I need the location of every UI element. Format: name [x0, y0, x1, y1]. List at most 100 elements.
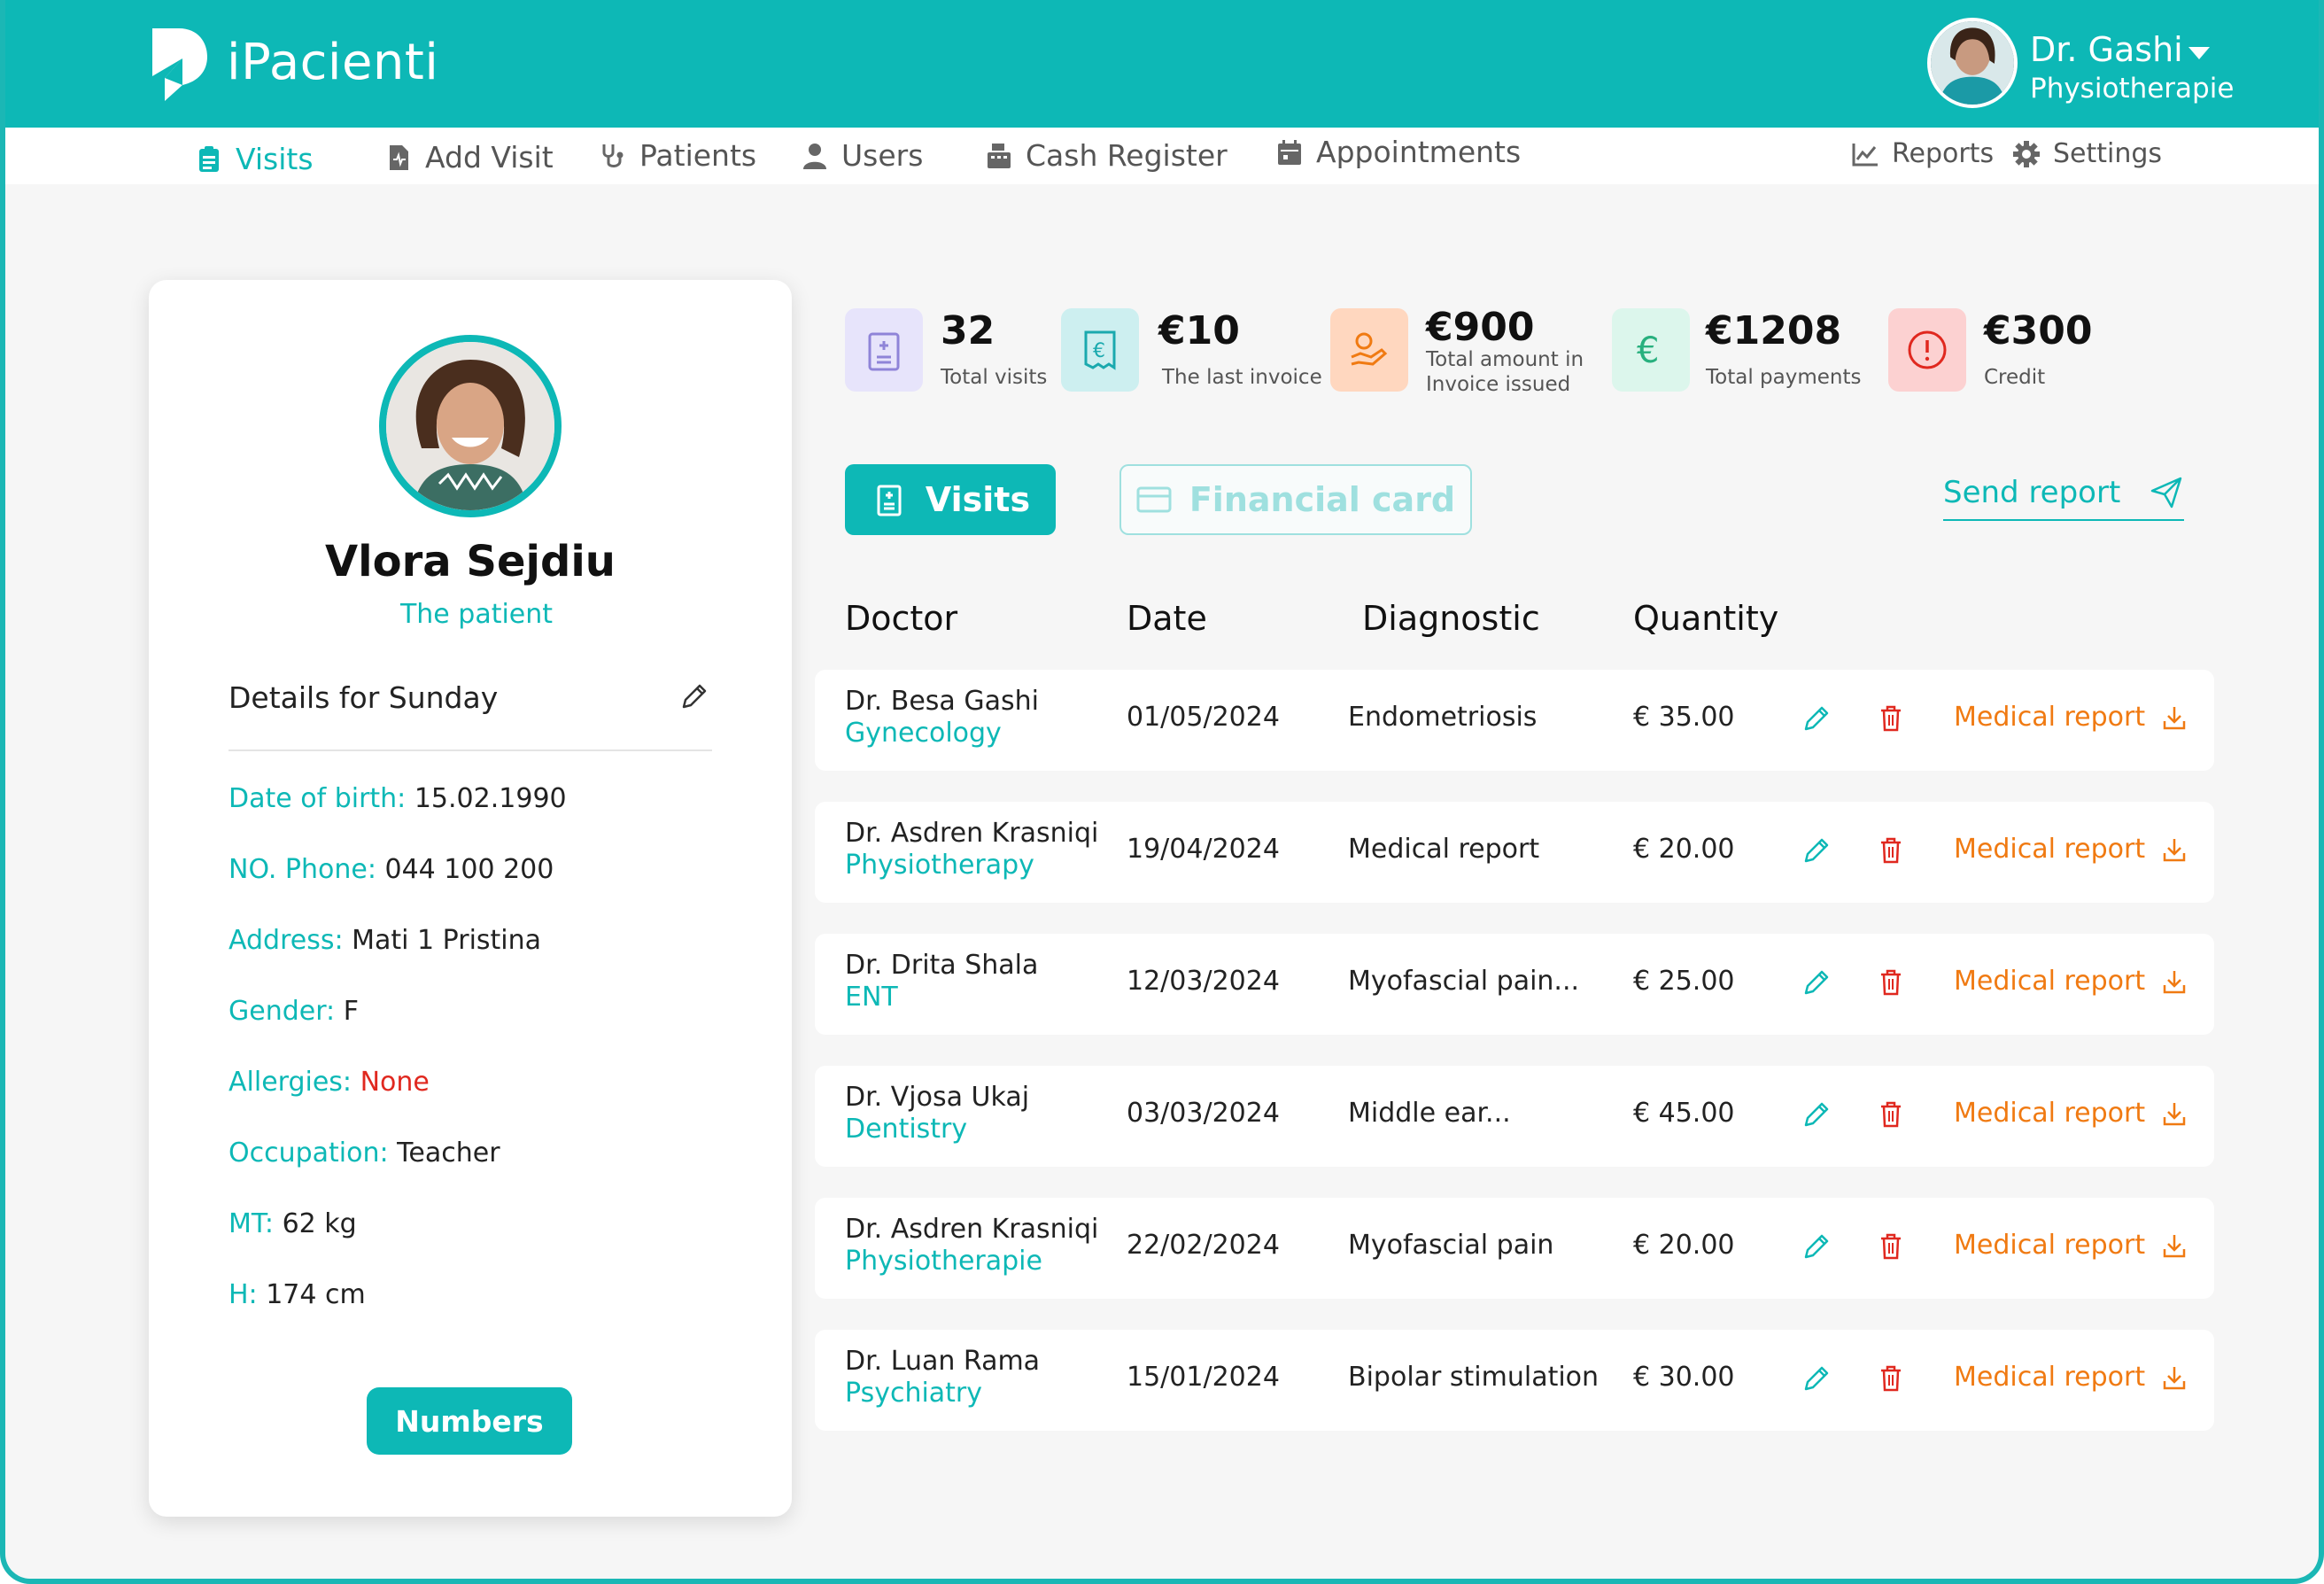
- main-nav: Visits Add Visit Patients Users Cash Reg…: [5, 128, 2319, 184]
- edit-icon[interactable]: [1801, 835, 1832, 866]
- send-icon: [2150, 477, 2182, 509]
- medical-report-link[interactable]: Medical report: [1954, 834, 2188, 865]
- users-icon: [803, 143, 826, 169]
- nav-visits[interactable]: Visits: [195, 142, 314, 176]
- medical-report-label: Medical report: [1954, 1230, 2146, 1261]
- detail-gender: Gender: F: [229, 996, 359, 1027]
- nav-patients[interactable]: Patients: [599, 138, 756, 173]
- details-title: Details for Sunday: [229, 680, 499, 715]
- detail-phone-label: NO. Phone:: [229, 854, 376, 885]
- table-row[interactable]: Dr. Luan Rama Psychiatry 15/01/2024 Bipo…: [815, 1330, 2214, 1431]
- clipboard-icon: [199, 145, 219, 172]
- row-diagnostic: Myofascial pain...: [1348, 966, 1580, 997]
- tab-financial-card-label: Financial card: [1189, 480, 1456, 519]
- cash-register-icon: [988, 143, 1011, 168]
- row-diagnostic: Myofascial pain: [1348, 1230, 1554, 1261]
- send-report-link[interactable]: Send report: [1943, 475, 2184, 521]
- download-icon: [2163, 1102, 2186, 1125]
- app-frame: iPacienti Dr. Gashi Physiotherapie Visit…: [0, 0, 2324, 1584]
- row-date: 12/03/2024: [1127, 966, 1280, 997]
- card-icon: [1136, 486, 1172, 513]
- nav-users-label: Users: [841, 138, 924, 173]
- stat-invoice-issued-value: €900: [1426, 305, 1535, 350]
- row-quantity: € 25.00: [1633, 966, 1735, 997]
- edit-icon[interactable]: [678, 680, 710, 712]
- medical-report-label: Medical report: [1954, 1362, 2146, 1393]
- nav-cash-register[interactable]: Cash Register: [985, 138, 1228, 173]
- stat-total-visits-value: 32: [941, 308, 995, 353]
- detail-allergies-value: None: [360, 1067, 430, 1098]
- nav-settings[interactable]: Settings: [2012, 138, 2162, 169]
- table-row[interactable]: Dr. Drita Shala ENT 12/03/2024 Myofascia…: [815, 934, 2214, 1035]
- medical-report-link[interactable]: Medical report: [1954, 1230, 2188, 1261]
- edit-icon[interactable]: [1801, 703, 1832, 734]
- row-date: 03/03/2024: [1127, 1098, 1280, 1129]
- calendar-icon: [1278, 139, 1301, 165]
- medical-report-label: Medical report: [1954, 1098, 2146, 1129]
- detail-occupation-label: Occupation:: [229, 1138, 389, 1169]
- logo-icon[interactable]: [147, 23, 211, 103]
- download-icon: [2163, 706, 2186, 729]
- download-icon: [2163, 970, 2186, 993]
- nav-reports-label: Reports: [1892, 138, 1995, 169]
- row-date: 01/05/2024: [1127, 702, 1280, 733]
- stat-total-payments-label: Total payments: [1706, 366, 1862, 389]
- header-diagnostic: Diagnostic: [1362, 599, 1540, 638]
- send-report-label: Send report: [1943, 475, 2121, 510]
- nav-reports[interactable]: Reports: [1851, 138, 1994, 169]
- euro-icon: €: [1612, 308, 1690, 392]
- trash-icon[interactable]: [1876, 1363, 1906, 1394]
- nav-users[interactable]: Users: [801, 138, 923, 173]
- tab-visits[interactable]: Visits: [845, 464, 1056, 535]
- table-row[interactable]: Dr. Asdren Krasniqi Physiotherapie 22/02…: [815, 1198, 2214, 1299]
- alert-icon: [1888, 308, 1966, 392]
- detail-mt: MT: 62 kg: [229, 1208, 357, 1239]
- user-name[interactable]: Dr. Gashi: [2030, 30, 2183, 69]
- detail-h-value: 174 cm: [266, 1279, 366, 1310]
- trash-icon[interactable]: [1876, 703, 1906, 734]
- medical-report-link[interactable]: Medical report: [1954, 1098, 2188, 1129]
- detail-mt-label: MT:: [229, 1208, 275, 1239]
- svg-text:€: €: [1093, 340, 1105, 362]
- edit-icon[interactable]: [1801, 1099, 1832, 1130]
- table-row[interactable]: Dr. Besa Gashi Gynecology 01/05/2024 End…: [815, 670, 2214, 771]
- row-quantity: € 20.00: [1633, 1230, 1735, 1261]
- edit-icon[interactable]: [1801, 1231, 1832, 1262]
- row-doctor: Dr. Luan Rama: [845, 1346, 1041, 1377]
- svg-text:€: €: [1637, 330, 1659, 371]
- table-row[interactable]: Dr. Vjosa Ukaj Dentistry 03/03/2024 Midd…: [815, 1066, 2214, 1167]
- detail-address-value: Mati 1 Pristina: [352, 925, 542, 956]
- details-divider: [229, 749, 712, 751]
- trash-icon[interactable]: [1876, 1099, 1906, 1130]
- table-row[interactable]: Dr. Asdren Krasniqi Physiotherapy 19/04/…: [815, 802, 2214, 903]
- app-brand[interactable]: iPacienti: [227, 34, 438, 91]
- caret-down-icon[interactable]: [2186, 44, 2212, 62]
- user-avatar[interactable]: [1927, 18, 2018, 108]
- hospital-icon: [845, 308, 923, 392]
- stat-credit-label: Credit: [1984, 366, 2046, 389]
- numbers-button[interactable]: Numbers: [367, 1387, 572, 1455]
- medical-report-link[interactable]: Medical report: [1954, 966, 2188, 997]
- nav-add-visit[interactable]: Add Visit: [384, 140, 554, 175]
- stat-last-invoice-value: €10: [1158, 308, 1240, 353]
- medical-report-label: Medical report: [1954, 702, 2146, 733]
- row-specialty: Physiotherapy: [845, 850, 1034, 881]
- trash-icon[interactable]: [1876, 1231, 1906, 1262]
- hospital-icon: [877, 485, 902, 516]
- medical-report-link[interactable]: Medical report: [1954, 702, 2188, 733]
- edit-icon[interactable]: [1801, 967, 1832, 998]
- trash-icon[interactable]: [1876, 835, 1906, 866]
- nav-appointments[interactable]: Appointments: [1275, 135, 1521, 169]
- patient-name: Vlora Sejdiu: [325, 537, 616, 586]
- nav-add-visit-label: Add Visit: [425, 140, 554, 175]
- row-specialty: Gynecology: [845, 718, 1002, 749]
- edit-icon[interactable]: [1801, 1363, 1832, 1394]
- row-specialty: Dentistry: [845, 1114, 968, 1145]
- trash-icon[interactable]: [1876, 967, 1906, 998]
- user-role: Physiotherapie: [2030, 73, 2235, 105]
- row-diagnostic: Medical report: [1348, 834, 1540, 865]
- detail-dob-label: Date of birth:: [229, 783, 407, 814]
- detail-occupation: Occupation: Teacher: [229, 1138, 500, 1169]
- tab-financial-card[interactable]: Financial card: [1119, 464, 1472, 535]
- medical-report-link[interactable]: Medical report: [1954, 1362, 2188, 1393]
